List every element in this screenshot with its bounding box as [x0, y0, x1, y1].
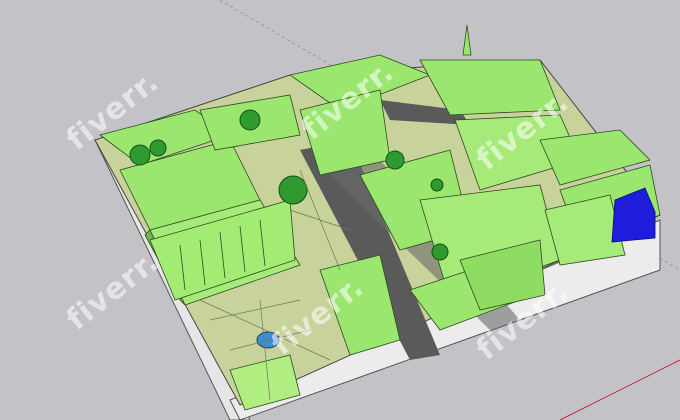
3d-model-viewport[interactable]: fiverr. fiverr. fiverr. fiverr. fiverr. … — [0, 0, 680, 420]
water-feature — [256, 331, 280, 349]
city-model-canvas[interactable] — [0, 0, 680, 420]
axis-red-line — [559, 359, 680, 420]
